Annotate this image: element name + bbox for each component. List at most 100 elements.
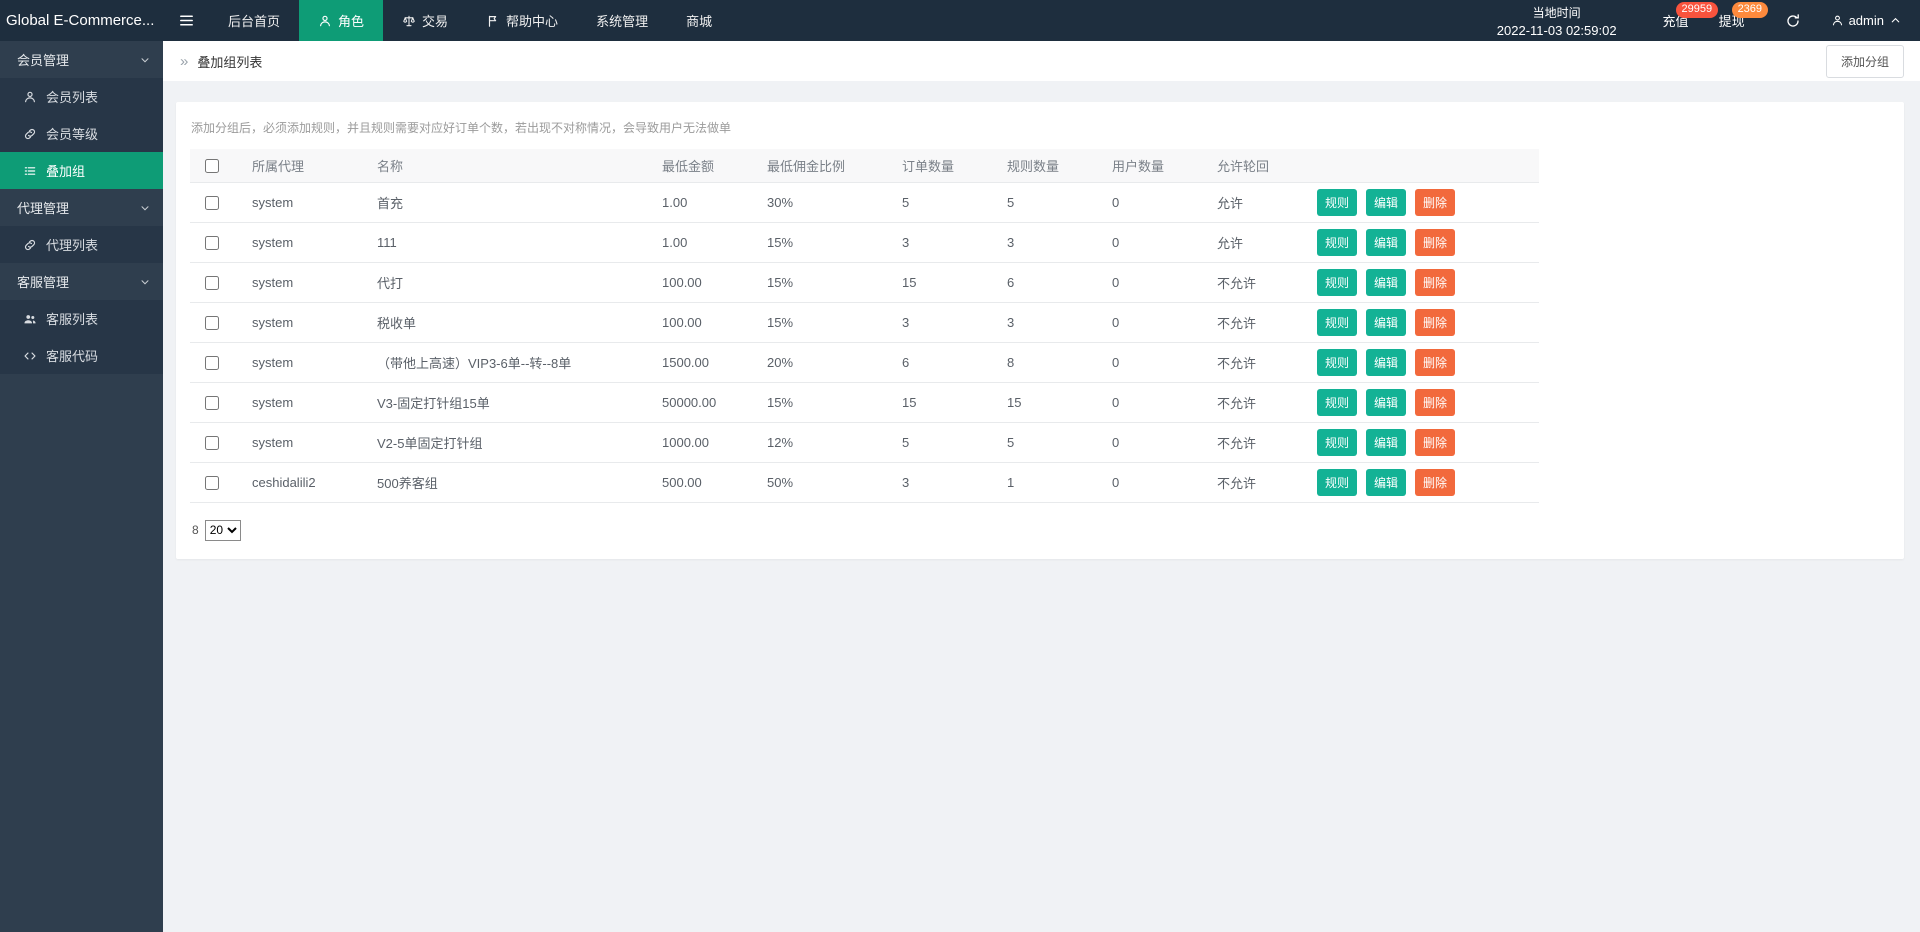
- rule-button[interactable]: 规则: [1317, 268, 1358, 296]
- delete-button[interactable]: 删除: [1415, 468, 1456, 496]
- sidebar-item-0[interactable]: 会员管理: [0, 41, 163, 78]
- sidebar-item-label: 客服代码: [46, 349, 99, 364]
- column-header: 最低金额: [654, 149, 759, 183]
- edit-button[interactable]: 编辑: [1366, 428, 1407, 456]
- table-cell: ceshidalili2: [244, 462, 369, 503]
- table-cell: 6: [894, 342, 999, 383]
- sidebar-item-5[interactable]: 代理列表: [0, 226, 163, 263]
- delete-button[interactable]: 删除: [1415, 348, 1456, 376]
- table-cell: 1.00: [654, 222, 759, 263]
- tip-text: 添加分组后，必须添加规则，并且规则需要对应好订单个数，若出现不对称情况，会导致用…: [191, 121, 732, 135]
- edit-button[interactable]: 编辑: [1366, 228, 1407, 256]
- row-checkbox[interactable]: [205, 315, 219, 330]
- table-cell: 500养客组: [369, 462, 654, 503]
- table-cell: 12%: [759, 422, 894, 463]
- table-cell: 1500.00: [654, 342, 759, 383]
- rule-button[interactable]: 规则: [1317, 188, 1358, 216]
- column-header: 最低佣金比例: [759, 149, 894, 183]
- table-cell: 0: [1104, 222, 1209, 263]
- rule-button[interactable]: 规则: [1317, 228, 1358, 256]
- nav-item-label: 交易: [422, 14, 449, 29]
- rule-button[interactable]: 规则: [1317, 308, 1358, 336]
- select-all-checkbox[interactable]: [205, 159, 219, 174]
- recharge-menu[interactable]: 充值 29959: [1663, 0, 1719, 41]
- table-cell: system: [244, 342, 369, 383]
- table-cell: 首充: [369, 182, 654, 223]
- table-cell: V2-5单固定打针组: [369, 422, 654, 463]
- row-checkbox[interactable]: [205, 435, 219, 450]
- delete-button[interactable]: 删除: [1415, 308, 1456, 336]
- table-cell: 不允许: [1209, 302, 1309, 343]
- table-cell: 111: [369, 222, 654, 263]
- nav-item-2[interactable]: 交易: [383, 0, 467, 41]
- chevron-down-icon: [139, 276, 151, 288]
- nav-item-4[interactable]: 系统管理: [577, 0, 667, 41]
- table-cell: 15%: [759, 262, 894, 303]
- table-cell: 3: [894, 462, 999, 503]
- row-checkbox[interactable]: [205, 395, 219, 410]
- row-checkbox[interactable]: [205, 475, 219, 490]
- sidebar-item-3[interactable]: 叠加组: [0, 152, 163, 189]
- edit-button[interactable]: 编辑: [1366, 308, 1407, 336]
- page-size-select[interactable]: 20: [204, 519, 241, 541]
- table-cell: 0: [1104, 302, 1209, 343]
- breadcrumb-icon: »: [180, 52, 189, 70]
- rule-button[interactable]: 规则: [1317, 428, 1358, 456]
- table-cell: system: [244, 302, 369, 343]
- sidebar-item-4[interactable]: 代理管理: [0, 189, 163, 226]
- edit-button[interactable]: 编辑: [1366, 468, 1407, 496]
- nav-item-label: 角色: [338, 14, 365, 29]
- refresh-icon[interactable]: [1785, 13, 1801, 29]
- row-checkbox[interactable]: [205, 355, 219, 370]
- table-row: system （带他上高速）VIP3-6单--转--8单 1500.00 20% 6 8 0…: [190, 342, 1539, 383]
- table-cell: 30%: [759, 182, 894, 223]
- user-menu[interactable]: admin: [1831, 13, 1902, 28]
- nav-item-0[interactable]: 后台首页: [209, 0, 299, 41]
- sidebar-item-2[interactable]: 会员等级: [0, 115, 163, 152]
- rule-button[interactable]: 规则: [1317, 388, 1358, 416]
- local-time: 当地时间 2022-11-03 02:59:02: [1497, 4, 1617, 38]
- row-checkbox[interactable]: [205, 195, 219, 210]
- edit-button[interactable]: 编辑: [1366, 188, 1407, 216]
- nav-item-3[interactable]: 帮助中心: [467, 0, 577, 41]
- sidebar-item-label: 会员列表: [46, 90, 99, 105]
- edit-button[interactable]: 编辑: [1366, 348, 1407, 376]
- delete-button[interactable]: 删除: [1415, 188, 1456, 216]
- scale-icon: [402, 14, 416, 28]
- list-icon: [23, 164, 37, 178]
- sidebar-item-6[interactable]: 客服管理: [0, 263, 163, 300]
- edit-button[interactable]: 编辑: [1366, 268, 1407, 296]
- total-count: 8: [192, 523, 199, 537]
- table-row: system V3-固定打针组15单 50000.00 15% 15 15 0 不允许 规则 编辑…: [190, 382, 1539, 423]
- table-cell: system: [244, 182, 369, 223]
- add-group-button[interactable]: 添加分组: [1825, 44, 1904, 78]
- delete-button[interactable]: 删除: [1415, 268, 1456, 296]
- column-header: 所属代理: [244, 149, 369, 183]
- topbar: Global E-Commerce... 后台首页 角色 交易 帮助中心 系统管理 商城 …: [0, 0, 1920, 41]
- hamburger-icon[interactable]: [163, 0, 209, 41]
- table-cell: system: [244, 222, 369, 263]
- delete-button[interactable]: 删除: [1415, 428, 1456, 456]
- rule-button[interactable]: 规则: [1317, 468, 1358, 496]
- nav-item-5[interactable]: 商城: [667, 0, 731, 41]
- table-cell: 代打: [369, 262, 654, 303]
- sidebar-item-8[interactable]: 客服代码: [0, 337, 163, 374]
- sidebar-item-1[interactable]: 会员列表: [0, 78, 163, 115]
- app-logo: Global E-Commerce...: [6, 12, 155, 29]
- edit-button[interactable]: 编辑: [1366, 388, 1407, 416]
- nav-item-1[interactable]: 角色: [299, 0, 384, 41]
- rule-button[interactable]: 规则: [1317, 348, 1358, 376]
- nav-item-label: 帮助中心: [506, 14, 559, 29]
- withdraw-menu[interactable]: 提现 2369: [1719, 0, 1769, 41]
- flag-icon: [486, 14, 500, 28]
- row-checkbox[interactable]: [205, 275, 219, 290]
- delete-button[interactable]: 删除: [1415, 228, 1456, 256]
- groups-table: 所属代理 名称 最低金额 最低佣金比例 订单数量 规则数量 用户数量 允许轮回 system 首…: [190, 149, 1539, 503]
- sidebar-item-7[interactable]: 客服列表: [0, 300, 163, 337]
- table-cell: 不允许: [1209, 262, 1309, 303]
- delete-button[interactable]: 删除: [1415, 388, 1456, 416]
- row-checkbox[interactable]: [205, 235, 219, 250]
- table-row: system 111 1.00 15% 3 3 0 允许 规则 编辑 删除: [190, 222, 1539, 263]
- local-time-label: 当地时间: [1532, 5, 1581, 20]
- table-cell: 3: [999, 222, 1104, 263]
